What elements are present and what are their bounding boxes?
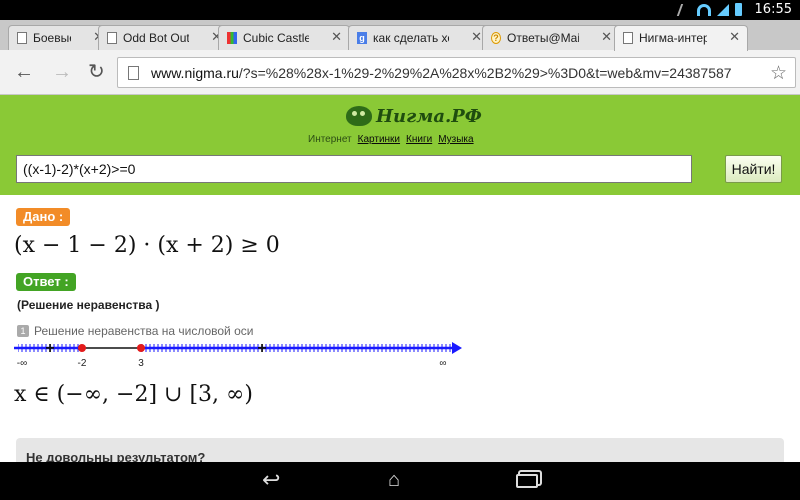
tab-label: Боевые Б <box>33 31 71 45</box>
given-badge: Дано : <box>16 208 71 226</box>
logo-text: Нигма.РФ <box>376 105 482 127</box>
nav-link-books[interactable]: Книги <box>406 134 432 145</box>
nav-link-images[interactable]: Картинки <box>358 134 400 145</box>
nav-internet: Интернет <box>308 134 352 145</box>
step-heading: 1 Решение неравенства на числовой оси <box>17 324 253 338</box>
tab-label: Ответы@Mail.R <box>507 31 579 45</box>
tab-google-search[interactable]: g как сделать хор ✕ <box>348 25 490 50</box>
system-nav-bar: ↩ ⌂ <box>0 462 800 500</box>
status-bar: 16:55 <box>0 0 800 20</box>
point-marker-3 <box>137 344 145 352</box>
tab-strip: Боевые Б ✕ Odd Bot Out для ✕ Cubic Castl… <box>0 20 800 66</box>
recent-apps-icon[interactable] <box>516 470 538 488</box>
back-nav-icon[interactable]: ↩ <box>262 469 280 491</box>
tab-label: Нигма-интерне <box>639 31 707 45</box>
forward-icon[interactable]: → <box>52 62 72 82</box>
wifi-icon <box>697 3 711 16</box>
status-time: 16:55 <box>754 2 792 17</box>
tab-nigma[interactable]: Нигма-интерне ✕ <box>614 25 748 51</box>
answer-badge: Ответ : <box>16 273 76 291</box>
tab-odd-bot-out[interactable]: Odd Bot Out для ✕ <box>98 25 230 50</box>
number-line: + + -∞ -2 3 ∞ <box>14 340 462 369</box>
solution-title: (Решение неравенства ) <box>17 298 160 312</box>
search-button[interactable]: Найти! <box>725 155 782 183</box>
tick-label-3: 3 <box>138 358 144 369</box>
category-nav: Интернет Картинки Книги Музыка <box>308 134 474 145</box>
mute-icon <box>676 3 694 16</box>
question-icon: ? <box>491 32 501 44</box>
site-logo[interactable]: Нигма.РФ <box>346 103 482 129</box>
home-icon[interactable]: ⌂ <box>388 470 400 490</box>
tab-otvety-mail[interactable]: ? Ответы@Mail.R ✕ <box>482 25 620 50</box>
reload-icon[interactable]: ↻ <box>88 62 105 82</box>
nav-link-music[interactable]: Музыка <box>438 134 473 145</box>
point-marker-minus-2 <box>78 344 86 352</box>
answer-expression: x ∈ (−∞, −2] ∪ [3, ∞) <box>14 382 253 407</box>
page-icon <box>128 66 139 80</box>
signal-icon <box>717 3 729 16</box>
tick-label-infinity: ∞ <box>439 358 446 369</box>
url-text[interactable]: www.nigma.ru/?s=%28%28x-1%29-2%29%2A%28x… <box>151 65 751 81</box>
tick-label-minus-infinity: -∞ <box>17 358 27 369</box>
step-number: 1 <box>17 325 29 337</box>
site-header: Нигма.РФ Интернет Картинки Книги Музыка … <box>0 95 800 195</box>
result-panel: Дано : (x − 1 − 2) · (x + 2) ≥ 0 Ответ :… <box>0 195 800 460</box>
search-input[interactable]: ((x-1)-2)*(x+2)>=0 <box>16 155 692 183</box>
back-icon[interactable]: ← <box>14 62 34 82</box>
page-icon <box>17 32 27 44</box>
sign-mark-right: + <box>257 340 266 357</box>
nigma-logo-icon <box>346 106 372 126</box>
tab-label: Odd Bot Out для <box>123 31 189 45</box>
axis-arrow <box>452 342 462 354</box>
tab-cubic-castles[interactable]: Cubic Castles д ✕ <box>218 25 350 50</box>
tab-boevye[interactable]: Боевые Б ✕ <box>8 25 112 50</box>
close-icon[interactable]: ✕ <box>729 29 740 45</box>
page-icon <box>623 32 633 44</box>
sign-mark-left: + <box>45 340 54 357</box>
close-icon[interactable]: ✕ <box>471 29 482 45</box>
google-icon: g <box>357 32 367 44</box>
close-icon[interactable]: ✕ <box>601 29 612 45</box>
cubic-castles-icon <box>227 32 237 44</box>
page-icon <box>107 32 117 44</box>
step-label: Решение неравенства на числовой оси <box>34 324 254 338</box>
star-icon[interactable]: ☆ <box>770 62 787 85</box>
battery-icon <box>735 3 742 16</box>
tab-label: как сделать хор <box>373 31 449 45</box>
tick-label-minus-2: -2 <box>78 358 87 369</box>
close-icon[interactable]: ✕ <box>331 29 342 45</box>
given-expression: (x − 1 − 2) · (x + 2) ≥ 0 <box>14 233 280 258</box>
address-bar[interactable]: www.nigma.ru/?s=%28%28x-1%29-2%29%2A%28x… <box>117 57 796 88</box>
tab-label: Cubic Castles д <box>243 31 309 45</box>
browser-toolbar: ← → ↻ www.nigma.ru/?s=%28%28x-1%29-2%29%… <box>0 50 800 95</box>
